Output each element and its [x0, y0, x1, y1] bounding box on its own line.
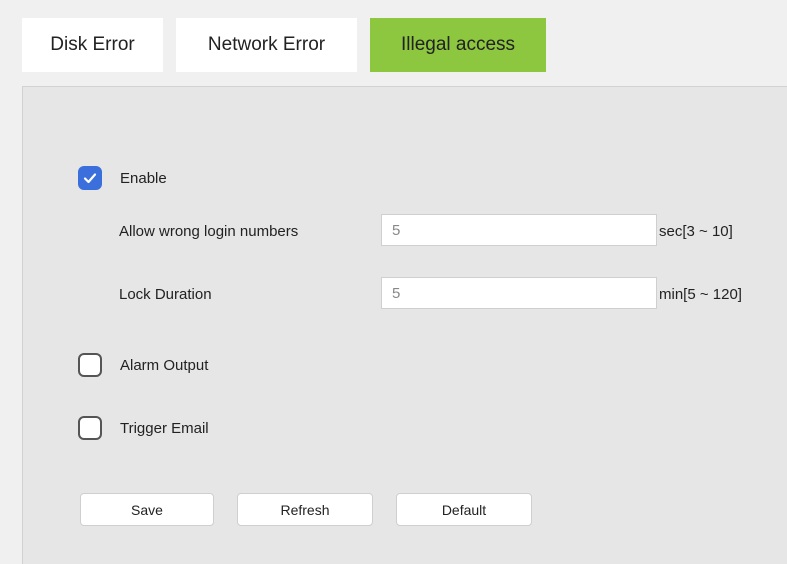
enable-checkbox[interactable]	[78, 166, 102, 190]
wrong-login-input[interactable]	[381, 214, 657, 246]
trigger-email-checkbox[interactable]	[78, 416, 102, 440]
trigger-email-row[interactable]: Trigger Email	[78, 416, 209, 440]
wrong-login-label: Allow wrong login numbers	[119, 223, 299, 240]
enable-row[interactable]: Enable	[78, 166, 167, 190]
checkmark-icon	[83, 173, 97, 184]
trigger-email-label: Trigger Email	[120, 419, 209, 437]
wrong-login-range: sec[3 ~ 10]	[659, 223, 733, 240]
refresh-button[interactable]: Refresh	[237, 493, 373, 526]
lock-duration-input[interactable]	[381, 277, 657, 309]
lock-duration-range: min[5 ~ 120]	[659, 286, 742, 303]
alarm-output-checkbox[interactable]	[78, 353, 102, 377]
alarm-output-label: Alarm Output	[120, 356, 209, 374]
tab-illegal-access[interactable]: Illegal access	[370, 18, 546, 72]
save-button[interactable]: Save	[80, 493, 214, 526]
tab-network-error[interactable]: Network Error	[176, 18, 357, 72]
tab-bar: Disk Error Network Error Illegal access	[22, 18, 546, 72]
default-button[interactable]: Default	[396, 493, 532, 526]
enable-label: Enable	[120, 169, 167, 187]
alarm-output-row[interactable]: Alarm Output	[78, 353, 208, 377]
lock-duration-label: Lock Duration	[119, 286, 212, 303]
settings-panel: Enable Allow wrong login numbers sec[3 ~…	[22, 86, 787, 564]
tab-disk-error[interactable]: Disk Error	[22, 18, 163, 72]
